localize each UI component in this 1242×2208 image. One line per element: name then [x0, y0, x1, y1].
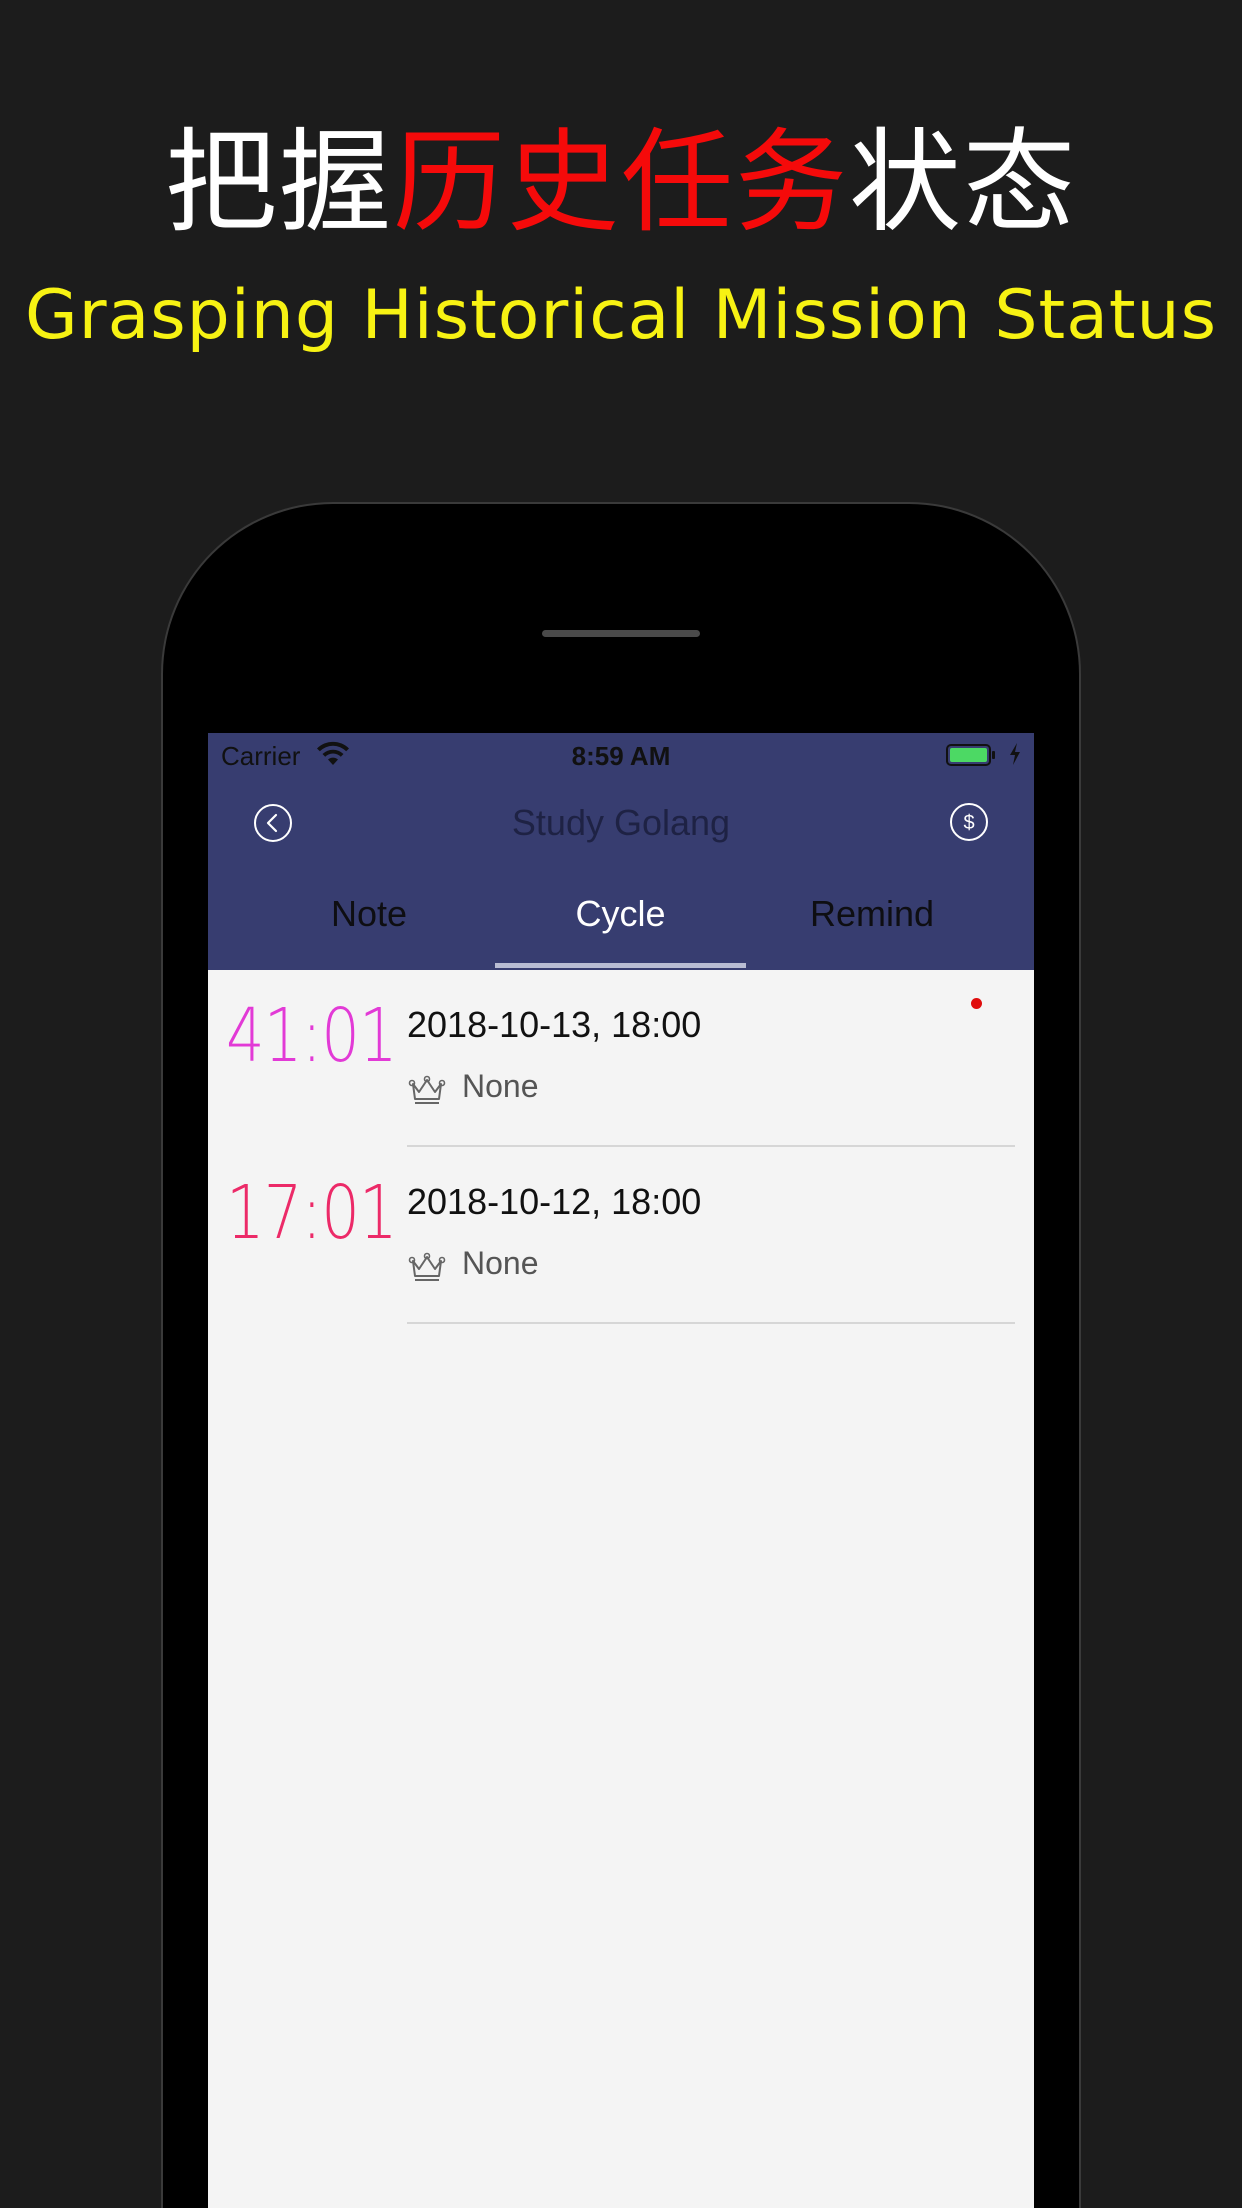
phone-frame: Carrier 8:59 AM Study Golang $ Note Cycl… — [163, 504, 1079, 2208]
headline-cn-prefix: 把握 — [165, 118, 393, 248]
app-screen: Carrier 8:59 AM Study Golang $ Note Cycl… — [208, 733, 1034, 2208]
svg-text:$: $ — [963, 812, 974, 834]
status-bar: Carrier 8:59 AM — [208, 733, 1034, 777]
record-note: None — [462, 1068, 539, 1104]
tab-cycle[interactable]: Cycle — [495, 878, 746, 970]
battery-icon — [946, 744, 995, 766]
headline-english: Grasping Historical Mission Status — [24, 276, 1218, 355]
crown-icon — [408, 1252, 446, 1281]
headline-cn-highlight: 历史任务 — [393, 118, 849, 248]
tab-note[interactable]: Note — [243, 878, 495, 970]
active-tab-indicator — [495, 963, 746, 968]
unread-dot-indicator — [971, 998, 982, 1009]
headline-chinese: 把握历史任务状态 — [0, 118, 1242, 248]
record-note: None — [462, 1245, 539, 1281]
record-duration: 41:01 — [226, 993, 398, 1079]
tab-remind[interactable]: Remind — [746, 878, 998, 970]
headline-cn-suffix: 状态 — [849, 118, 1077, 248]
list-item[interactable]: 41:01 2018-10-13, 18:00 None — [208, 970, 1034, 1147]
row-divider — [407, 1322, 1015, 1324]
record-date: 2018-10-13, 18:00 — [407, 1004, 702, 1045]
dollar-circle-icon[interactable]: $ — [949, 802, 989, 842]
record-date: 2018-10-12, 18:00 — [407, 1181, 702, 1222]
promo-page: 把握历史任务状态 Grasping Historical Mission Sta… — [0, 0, 1242, 2208]
record-duration: 17:01 — [226, 1170, 398, 1256]
navigation-bar: Carrier 8:59 AM Study Golang $ Note Cycl… — [208, 733, 1034, 970]
status-time: 8:59 AM — [571, 741, 671, 771]
phone-speaker — [542, 630, 700, 637]
charging-icon — [1010, 743, 1020, 765]
list-item[interactable]: 17:01 2018-10-12, 18:00 None — [208, 1147, 1034, 1324]
crown-icon — [408, 1075, 446, 1104]
tab-bar: Note Cycle Remind — [208, 878, 1034, 970]
page-title: Study Golang — [511, 802, 731, 843]
